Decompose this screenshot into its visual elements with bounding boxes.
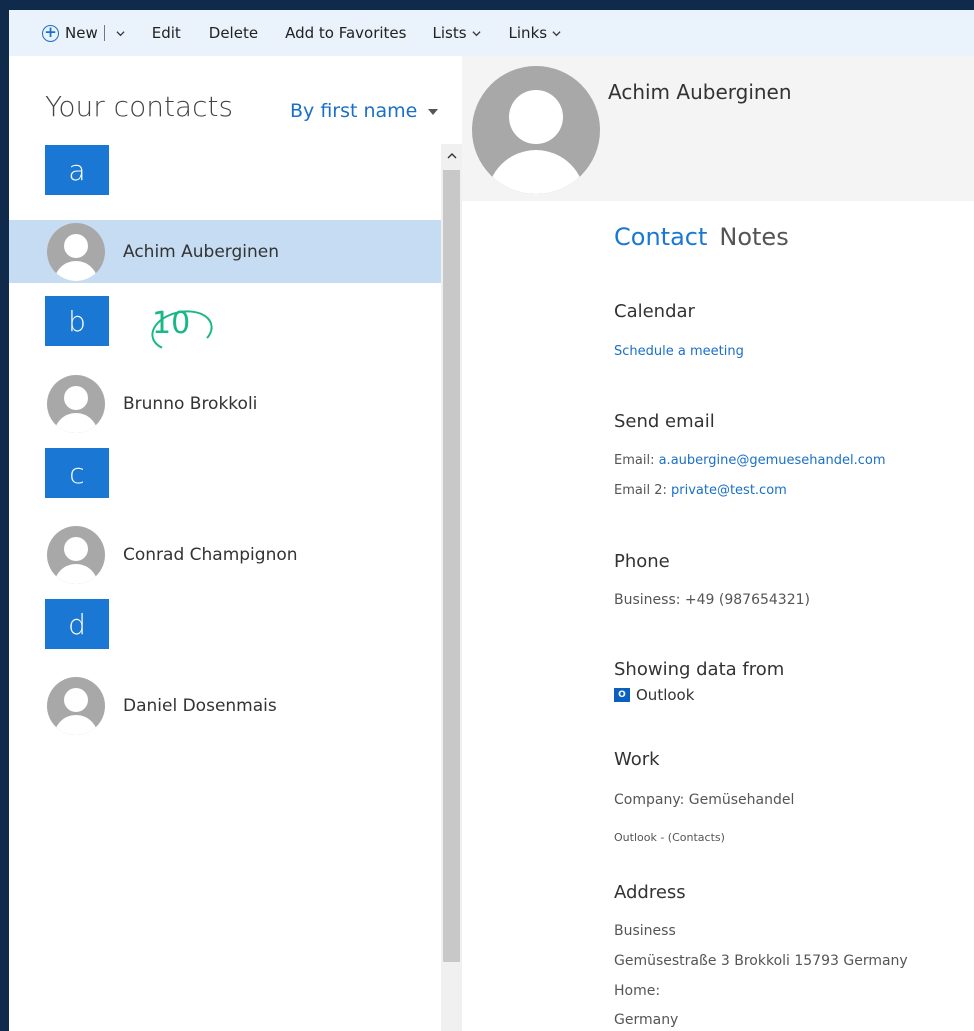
sort-dropdown[interactable]: By first name xyxy=(290,100,439,122)
calendar-heading: Calendar xyxy=(614,301,695,322)
avatar xyxy=(47,374,105,433)
contact-row[interactable]: Daniel Dosenmais xyxy=(9,674,441,737)
work-source: Outlook - (Contacts) xyxy=(614,831,725,844)
send-email-heading: Send email xyxy=(614,411,715,432)
avatar xyxy=(47,676,105,735)
home-address-link[interactable]: Germany xyxy=(614,1012,678,1028)
separator xyxy=(103,25,105,41)
avatar xyxy=(472,66,600,194)
business-address-link[interactable]: Gemüsestraße 3 Brokkoli 15793 Germany xyxy=(614,953,908,969)
phone-heading: Phone xyxy=(614,551,670,572)
phone-value[interactable]: +49 (987654321) xyxy=(685,592,810,608)
links-label: Links xyxy=(508,24,548,42)
chevron-down-icon xyxy=(552,30,561,36)
email2-link[interactable]: private@test.com xyxy=(671,483,787,498)
new-label: New xyxy=(65,24,98,42)
letter-header-d[interactable]: d xyxy=(45,599,109,649)
address-heading: Address xyxy=(614,882,686,903)
avatar xyxy=(47,525,105,584)
lists-menu[interactable]: Lists xyxy=(432,24,481,42)
contact-row[interactable]: Conrad Champignon xyxy=(9,523,441,586)
email2-row: Email 2: private@test.com xyxy=(614,483,787,498)
contact-detail-pane: Achim Auberginen Contact Notes Calendar … xyxy=(462,56,974,1031)
company-row: Company: Gemüsehandel xyxy=(614,792,794,808)
annotation-number: 10 xyxy=(152,306,191,341)
work-heading: Work xyxy=(614,749,660,770)
letter-header-c[interactable]: c xyxy=(45,448,109,498)
business-address-label: Business xyxy=(614,923,676,939)
phone-row: Business: +49 (987654321) xyxy=(614,592,810,608)
contacts-list-pane: Your contacts By first name a Achim Aube… xyxy=(9,56,462,1031)
outlook-icon: O xyxy=(614,688,630,702)
email-label: Email: xyxy=(614,453,655,468)
letter-header-a[interactable]: a xyxy=(45,145,109,195)
avatar xyxy=(47,222,105,281)
contact-row[interactable]: Brunno Brokkoli xyxy=(9,372,441,435)
email-link[interactable]: a.aubergine@gemuesehandel.com xyxy=(659,453,886,468)
contact-name: Achim Auberginen xyxy=(123,241,280,262)
add-to-favorites-button[interactable]: Add to Favorites xyxy=(285,24,406,42)
letter-header-b[interactable]: b xyxy=(45,296,109,346)
scroll-up-button[interactable] xyxy=(441,144,462,168)
edit-button[interactable]: Edit xyxy=(152,24,181,42)
contact-header-name: Achim Auberginen xyxy=(608,80,792,104)
schedule-meeting-link[interactable]: Schedule a meeting xyxy=(614,344,744,359)
source-heading: Showing data from xyxy=(614,659,785,680)
company-value: Gemüsehandel xyxy=(688,792,795,808)
email2-label: Email 2: xyxy=(614,483,667,498)
phone-label: Business: xyxy=(614,592,681,608)
new-button[interactable]: + New xyxy=(42,24,125,42)
page-title: Your contacts xyxy=(45,90,234,123)
plus-circle-icon: + xyxy=(42,24,59,42)
contact-name: Daniel Dosenmais xyxy=(123,695,277,716)
delete-button[interactable]: Delete xyxy=(209,24,258,42)
detail-tabs: Contact Notes xyxy=(614,223,789,251)
source-value: Outlook xyxy=(636,686,695,704)
chevron-down-icon[interactable] xyxy=(116,29,125,38)
contact-row[interactable]: Achim Auberginen xyxy=(9,220,441,283)
tab-contact[interactable]: Contact xyxy=(614,223,707,251)
command-toolbar: + New Edit Delete Add to Favorites Lists… xyxy=(9,10,974,56)
chevron-down-icon xyxy=(471,30,481,36)
chevron-up-icon xyxy=(447,153,456,159)
tab-notes[interactable]: Notes xyxy=(719,223,788,251)
links-menu[interactable]: Links xyxy=(509,24,562,42)
source-row: O Outlook xyxy=(614,686,694,704)
email-row: Email: a.aubergine@gemuesehandel.com xyxy=(614,453,886,468)
contact-name: Brunno Brokkoli xyxy=(123,393,258,414)
scrollbar[interactable] xyxy=(441,144,462,1031)
scroll-thumb[interactable] xyxy=(443,170,460,962)
caret-down-icon xyxy=(428,109,439,115)
contact-name: Conrad Champignon xyxy=(123,544,298,565)
contact-header: Achim Auberginen xyxy=(462,56,974,201)
company-label: Company: xyxy=(614,792,685,808)
sort-label: By first name xyxy=(290,100,418,122)
lists-label: Lists xyxy=(432,24,467,42)
home-address-label: Home: xyxy=(614,983,661,999)
